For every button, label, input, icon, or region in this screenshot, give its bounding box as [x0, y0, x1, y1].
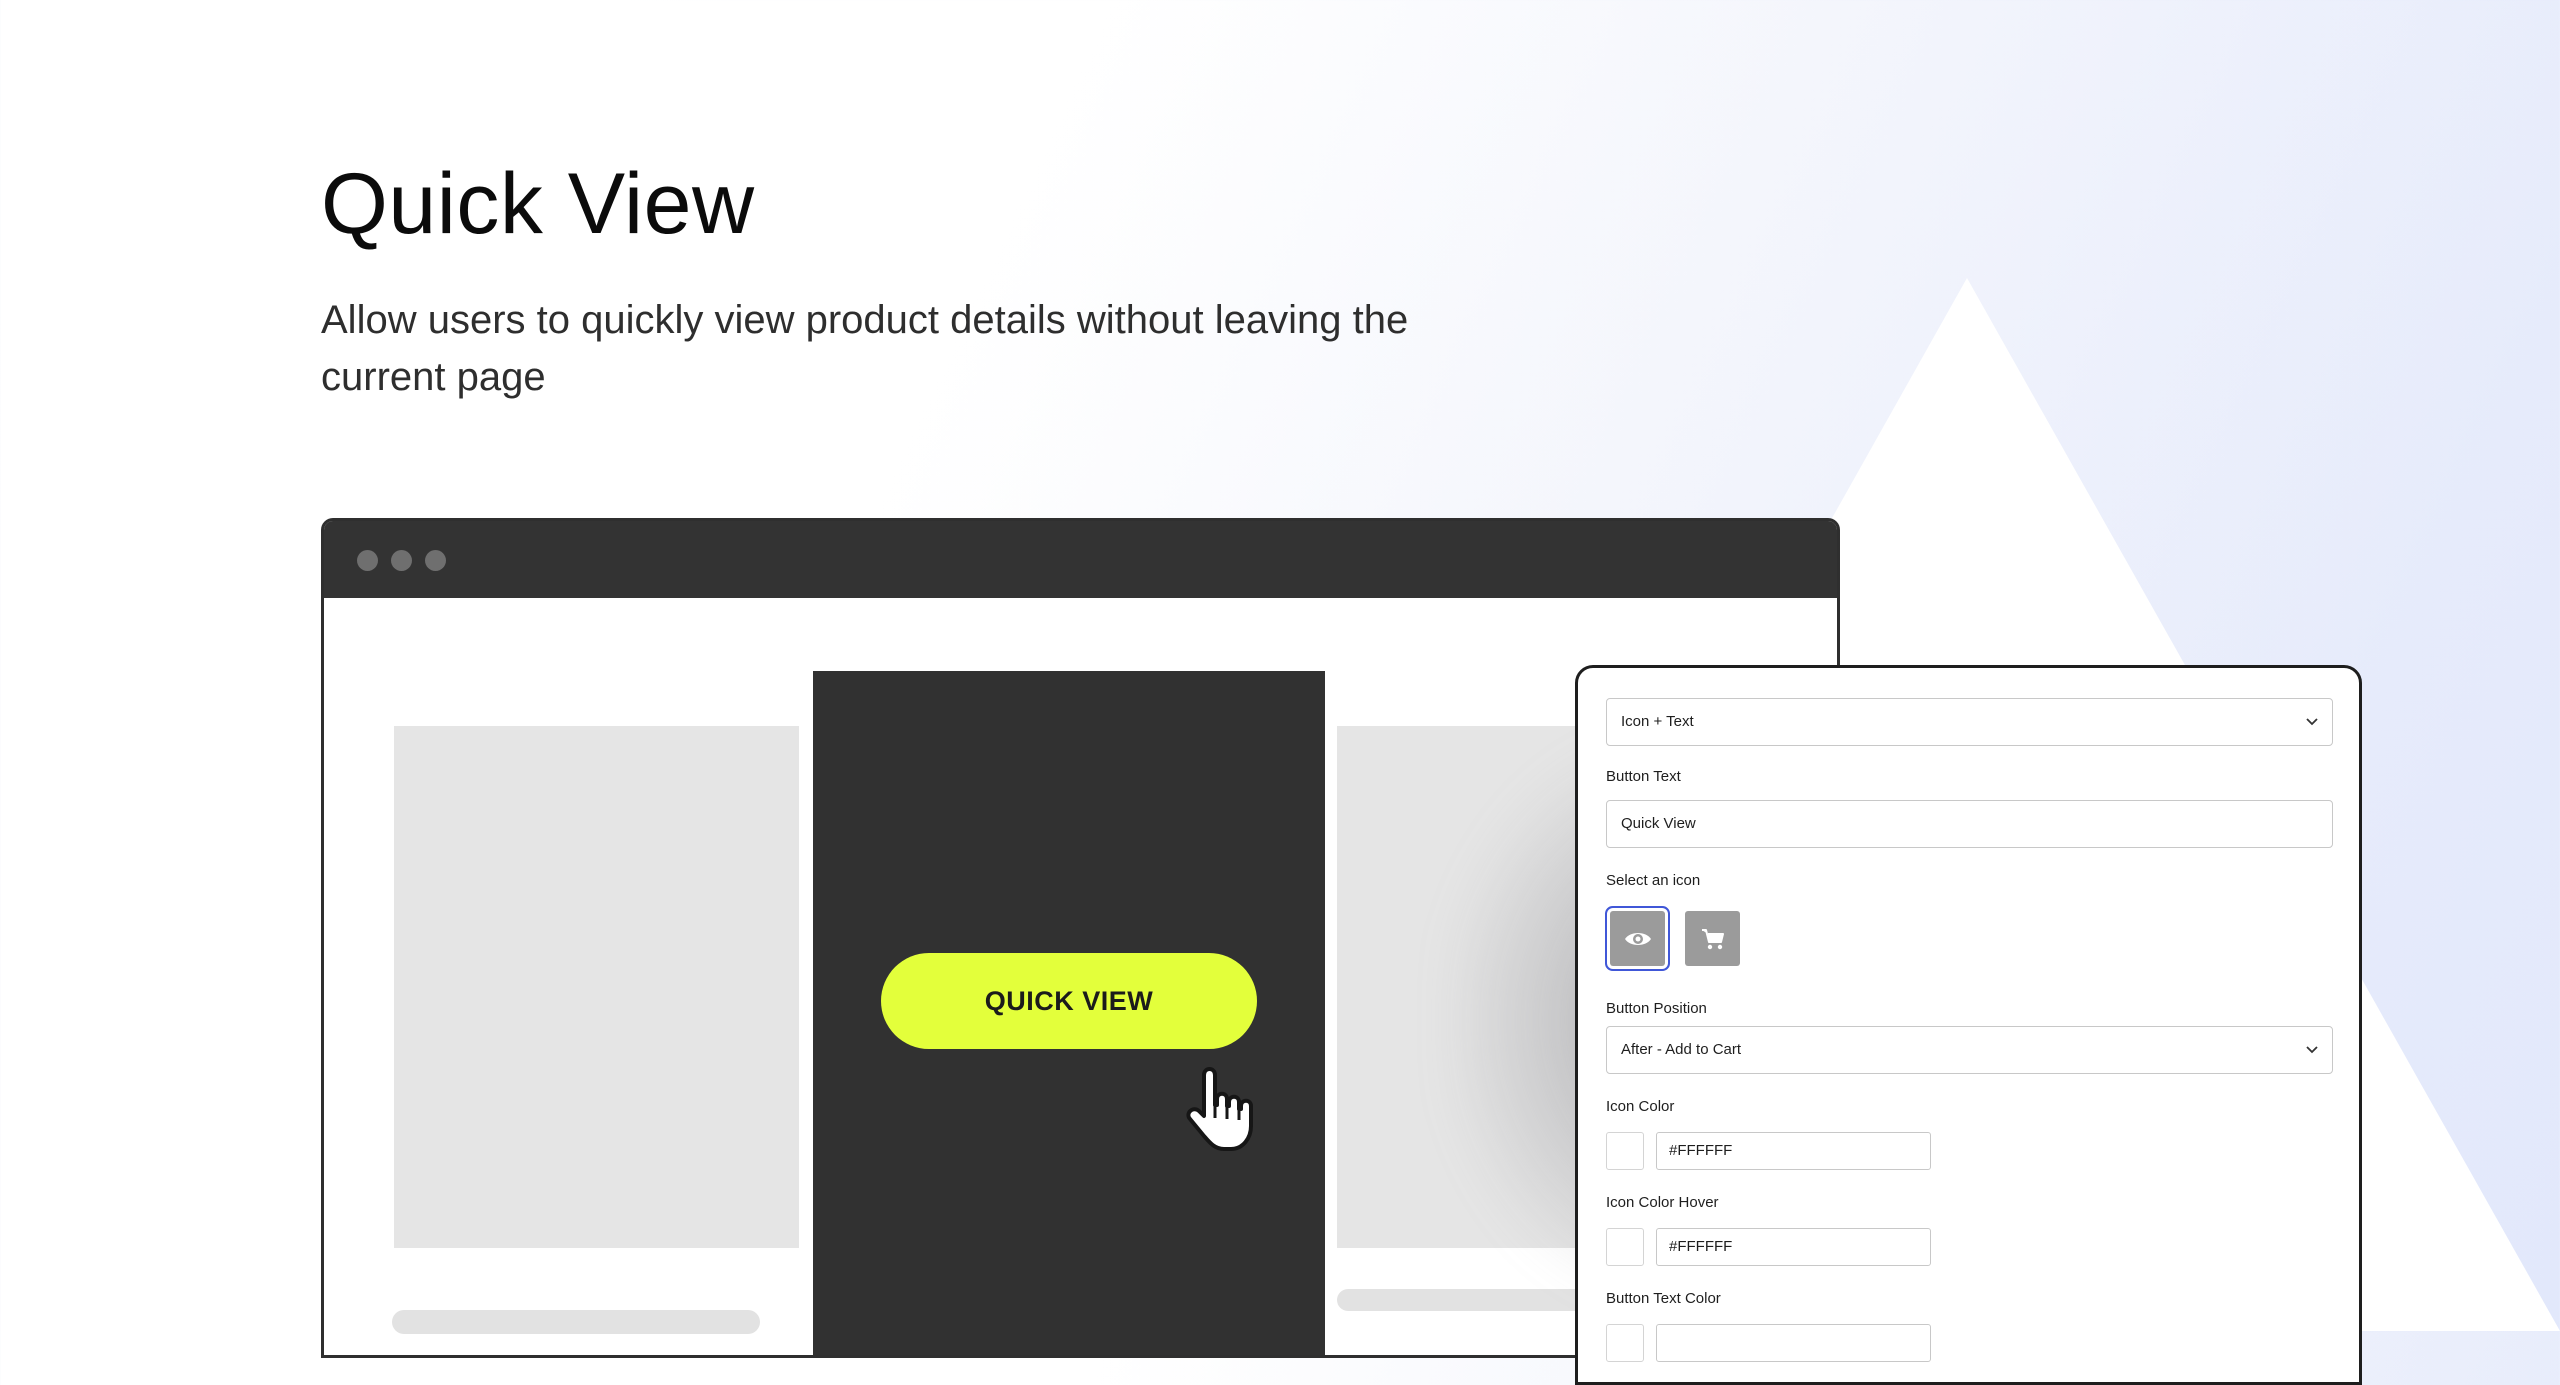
button-text-label: Button Text: [1606, 768, 1681, 785]
icon-color-hover-label: Icon Color Hover: [1606, 1194, 1719, 1211]
product-title-placeholder: [392, 1310, 760, 1334]
page-title: Quick View: [321, 156, 755, 252]
browser-title-bar: [324, 521, 1837, 598]
page-subtitle: Allow users to quickly view product deta…: [321, 298, 1409, 399]
button-position-label: Button Position: [1606, 1000, 1707, 1017]
eye-icon-option[interactable]: [1610, 911, 1665, 966]
icon-color-hover-swatch[interactable]: [1606, 1228, 1644, 1266]
display-type-select[interactable]: Icon + Text: [1606, 698, 2333, 746]
button-text-value: Quick View: [1621, 815, 1696, 832]
chevron-down-icon: [2306, 1046, 2318, 1054]
button-text-color-input[interactable]: [1656, 1324, 1931, 1362]
icon-color-hover-value: #FFFFFF: [1669, 1238, 1733, 1255]
icon-color-swatch[interactable]: [1606, 1132, 1644, 1170]
button-text-input[interactable]: Quick View: [1606, 800, 2333, 848]
button-text-color-label: Button Text Color: [1606, 1290, 1721, 1307]
button-text-color-swatch[interactable]: [1606, 1324, 1644, 1362]
icon-color-input[interactable]: #FFFFFF: [1656, 1132, 1931, 1170]
icon-color-label: Icon Color: [1606, 1098, 1675, 1115]
display-type-value: Icon + Text: [1621, 713, 1694, 730]
button-position-select[interactable]: After - Add to Cart: [1606, 1026, 2333, 1074]
cart-icon-option[interactable]: [1685, 911, 1740, 966]
featured-product-card: QUICK VIEW: [813, 671, 1325, 1355]
select-icon-label: Select an icon: [1606, 872, 1701, 889]
product-image-placeholder: [394, 726, 799, 1248]
settings-panel: Icon + Text Button Text Quick View Selec…: [1575, 665, 2362, 1385]
quick-view-button[interactable]: QUICK VIEW: [881, 953, 1257, 1049]
hand-pointer-icon: [1186, 1067, 1253, 1151]
icon-color-hover-input[interactable]: #FFFFFF: [1656, 1228, 1931, 1266]
button-position-value: After - Add to Cart: [1621, 1041, 1742, 1058]
icon-color-value: #FFFFFF: [1669, 1142, 1733, 1159]
chevron-down-icon: [2306, 718, 2318, 726]
window-dot: [357, 550, 378, 571]
window-dot: [425, 550, 446, 571]
eye-icon: [1624, 932, 1651, 945]
cart-icon: [1701, 928, 1724, 949]
window-dot: [391, 550, 412, 571]
